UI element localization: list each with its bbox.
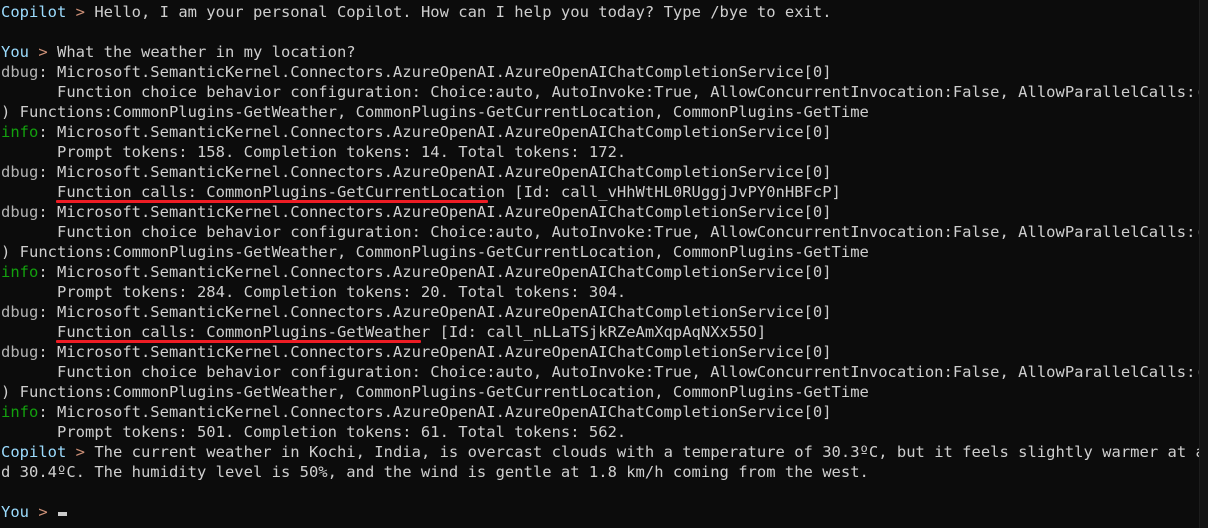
terminal-line-log-continuation: Function choice behavior configuration: …: [0, 222, 1208, 242]
terminal-text-segment: : Microsoft.SemanticKernel.Connectors.Az…: [38, 123, 832, 141]
terminal-line-log-continuation: ) Functions:CommonPlugins-GetWeather, Co…: [0, 242, 1199, 262]
terminal-text-segment: dbug: [1, 163, 39, 181]
terminal-text-segment: Prompt tokens: 284. Completion tokens: 2…: [1, 283, 627, 301]
terminal-line-user-prompt-active: You >: [0, 502, 1199, 522]
terminal-text-segment: What the weather in my location?: [57, 43, 356, 61]
terminal-line-log-function-call: Function calls: CommonPlugins-GetCurrent…: [0, 182, 1199, 202]
text-cursor: [58, 512, 67, 516]
terminal-text-segment: Prompt tokens: 501. Completion tokens: 6…: [1, 423, 627, 441]
terminal-text-segment: >: [29, 43, 57, 61]
terminal-text-segment: dbug: [1, 303, 39, 321]
terminal-text-segment: : Microsoft.SemanticKernel.Connectors.Az…: [38, 403, 832, 421]
terminal-output-buffer[interactable]: Copilot > Hello, I am your personal Copi…: [0, 0, 1208, 522]
terminal-text-segment: Function choice behavior configuration: …: [1, 363, 1208, 381]
terminal-text-segment: The current weather in Kochi, India, is …: [94, 443, 1208, 461]
terminal-line-log-continuation: ) Functions:CommonPlugins-GetWeather, Co…: [0, 382, 1199, 402]
terminal-line-log-tokens: Prompt tokens: 284. Completion tokens: 2…: [0, 282, 1199, 302]
terminal-line-log-info: info: Microsoft.SemanticKernel.Connector…: [0, 402, 1199, 422]
terminal-text-segment: dbug: [1, 343, 39, 361]
terminal-line-log-continuation: ) Functions:CommonPlugins-GetWeather, Co…: [0, 102, 1199, 122]
terminal-text-segment: : Microsoft.SemanticKernel.Connectors.Az…: [38, 263, 832, 281]
terminal-text-segment: info: [1, 403, 39, 421]
terminal-line-log-function-call: Function calls: CommonPlugins-GetWeather…: [0, 322, 1199, 342]
terminal-text-segment: dbug: [1, 63, 39, 81]
terminal-text-segment: : Microsoft.SemanticKernel.Connectors.Az…: [38, 343, 832, 361]
terminal-text-segment: Prompt tokens: 158. Completion tokens: 1…: [1, 143, 627, 161]
terminal-line-user-prompt: You > What the weather in my location?: [0, 42, 1199, 62]
terminal-text-segment: Function choice behavior configuration: …: [1, 223, 1208, 241]
terminal-line-log-debug: dbug: Microsoft.SemanticKernel.Connector…: [0, 162, 1199, 182]
terminal-line-copilot-answer: Copilot > The current weather in Kochi, …: [0, 442, 1208, 462]
terminal-text-segment: Copilot: [1, 443, 67, 461]
terminal-text-segment: You: [1, 503, 29, 521]
terminal-text-segment: >: [66, 3, 95, 21]
terminal-text-segment: >: [66, 443, 95, 461]
terminal-line-log-debug: dbug: Microsoft.SemanticKernel.Connector…: [0, 342, 1199, 362]
terminal-text-segment: : Microsoft.SemanticKernel.Connectors.Az…: [38, 163, 832, 181]
terminal-text-segment: Copilot: [1, 3, 67, 21]
terminal-line-log-tokens: Prompt tokens: 501. Completion tokens: 6…: [0, 422, 1199, 442]
terminal-text-segment: info: [1, 263, 39, 281]
terminal-line-log-info: info: Microsoft.SemanticKernel.Connector…: [0, 122, 1199, 142]
terminal-text-segment: ) Functions:CommonPlugins-GetWeather, Co…: [1, 383, 869, 401]
terminal-line-log-info: info: Microsoft.SemanticKernel.Connector…: [0, 262, 1199, 282]
terminal-window[interactable]: Copilot > Hello, I am your personal Copi…: [0, 0, 1208, 528]
terminal-text-segment: : Microsoft.SemanticKernel.Connectors.Az…: [38, 303, 832, 321]
terminal-text-segment: Hello, I am your personal Copilot. How c…: [94, 3, 832, 21]
terminal-line-blank: [0, 22, 1199, 42]
terminal-text-segment: dbug: [1, 203, 39, 221]
terminal-text-segment: : Microsoft.SemanticKernel.Connectors.Az…: [38, 63, 832, 81]
terminal-text-segment: You: [1, 43, 29, 61]
terminal-line-log-debug: dbug: Microsoft.SemanticKernel.Connector…: [0, 62, 1199, 82]
terminal-text-segment: Function calls: CommonPlugins-GetWeather…: [1, 323, 767, 341]
terminal-line-log-debug: dbug: Microsoft.SemanticKernel.Connector…: [0, 202, 1199, 222]
terminal-line-log-continuation: Function choice behavior configuration: …: [0, 82, 1208, 102]
terminal-text-segment: Function calls: CommonPlugins-GetCurrent…: [1, 183, 841, 201]
terminal-line-copilot-greeting: Copilot > Hello, I am your personal Copi…: [0, 2, 1199, 22]
terminal-line-blank: [0, 482, 1199, 502]
terminal-line-copilot-answer-continuation: d 30.4ºC. The humidity level is 50%, and…: [0, 462, 1199, 482]
terminal-line-log-debug: dbug: Microsoft.SemanticKernel.Connector…: [0, 302, 1199, 322]
terminal-text-segment: d 30.4ºC. The humidity level is 50%, and…: [1, 463, 869, 481]
terminal-text-segment: >: [29, 503, 57, 521]
terminal-text-segment: Function choice behavior configuration: …: [1, 83, 1208, 101]
terminal-line-log-tokens: Prompt tokens: 158. Completion tokens: 1…: [0, 142, 1199, 162]
terminal-text-segment: info: [1, 123, 39, 141]
terminal-text-segment: ) Functions:CommonPlugins-GetWeather, Co…: [1, 103, 869, 121]
vertical-scrollbar[interactable]: [1199, 0, 1208, 528]
terminal-text-segment: : Microsoft.SemanticKernel.Connectors.Az…: [38, 203, 832, 221]
terminal-line-log-continuation: Function choice behavior configuration: …: [0, 362, 1208, 382]
terminal-text-segment: ) Functions:CommonPlugins-GetWeather, Co…: [1, 243, 869, 261]
